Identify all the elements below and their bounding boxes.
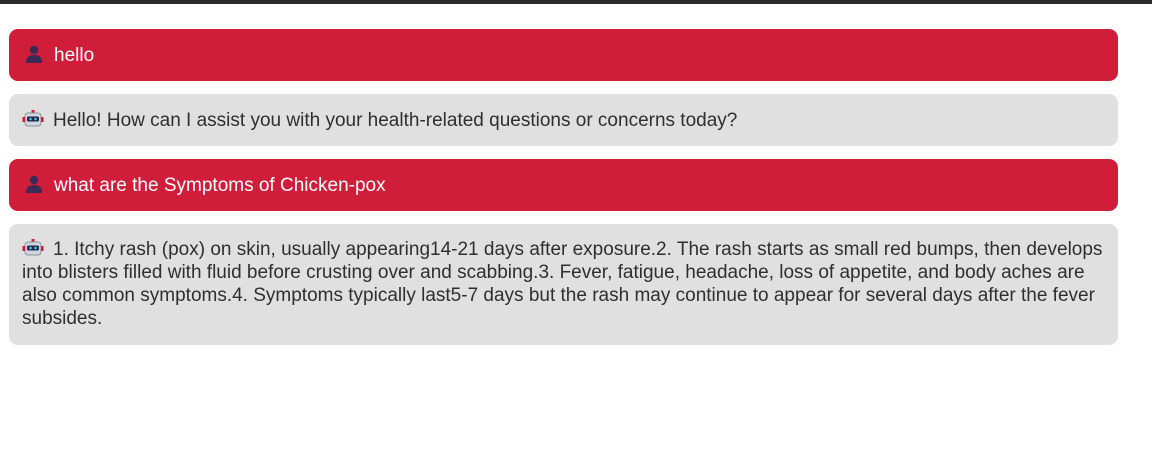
bot-message: Hello! How can I assist you with your he… (9, 94, 1118, 146)
window-top-border (0, 0, 1152, 4)
chat-history[interactable]: hello Hello! How can I assist you with y… (9, 29, 1118, 358)
robot-icon (22, 110, 44, 128)
user-person-icon (23, 45, 45, 63)
message-text: hello (54, 45, 95, 66)
user-message: what are the Symptoms of Chicken-pox (9, 159, 1118, 211)
user-message: hello (9, 29, 1118, 81)
user-person-icon (23, 175, 45, 193)
message-text: what are the Symptoms of Chicken-pox (54, 175, 386, 196)
message-text: Hello! How can I assist you with your he… (53, 110, 738, 131)
bot-message: 1. Itchy rash (pox) on skin, usually app… (9, 224, 1118, 345)
message-text: 1. Itchy rash (pox) on skin, usually app… (22, 239, 1103, 329)
robot-icon (22, 239, 44, 257)
